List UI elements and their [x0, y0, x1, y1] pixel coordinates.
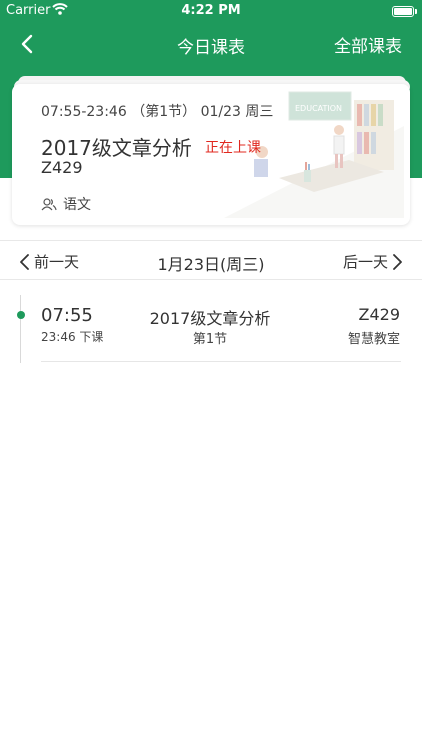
next-day-button[interactable]: 后一天 [343, 251, 404, 272]
class-date: 01/23 周三 [200, 104, 274, 120]
end-time: 23:46 下课 [41, 330, 104, 344]
status-time: 4:22 PM [181, 3, 241, 18]
current-class-card[interactable]: EDUCATION 07:55-23:46 （第1节） 01/23 周三 201… [12, 84, 410, 225]
course-name: 2017级文章分析 [41, 136, 192, 160]
nav-bar: 今日课表 全部课表 [0, 22, 422, 66]
timeline-dot [17, 311, 25, 319]
all-schedule-button[interactable]: 全部课表 [334, 32, 402, 57]
next-day-label: 后一天 [342, 253, 388, 271]
divider [41, 361, 401, 362]
classroom-number: Z429 [41, 158, 83, 177]
chevron-right-icon [393, 253, 402, 270]
status-bar: Carrier 4:22 PM [0, 0, 422, 22]
timeline-line [20, 295, 21, 363]
in-session-badge: 正在上课 [205, 140, 261, 156]
people-icon [41, 198, 57, 211]
classroom-type: 智慧教室 [347, 332, 400, 347]
battery-icon [392, 6, 414, 17]
course-name: 2017级文章分析 [149, 309, 271, 328]
class-time-info: 07:55-23:46 （第1节） 01/23 周三 [41, 101, 273, 121]
classroom-number: Z429 [358, 305, 401, 324]
class-time-range: 07:55-23:46 [41, 104, 127, 120]
class-section: 第1节 [192, 332, 228, 347]
subject-row: 语文 [41, 194, 91, 214]
class-section: （第1节） [131, 104, 197, 120]
day-switcher: 前一天 1月23日(周三) 后一天 [0, 240, 422, 280]
svg-text:EDUCATION: EDUCATION [295, 104, 342, 113]
subject-label: 语文 [63, 197, 91, 213]
start-time: 07:55 [41, 305, 93, 326]
